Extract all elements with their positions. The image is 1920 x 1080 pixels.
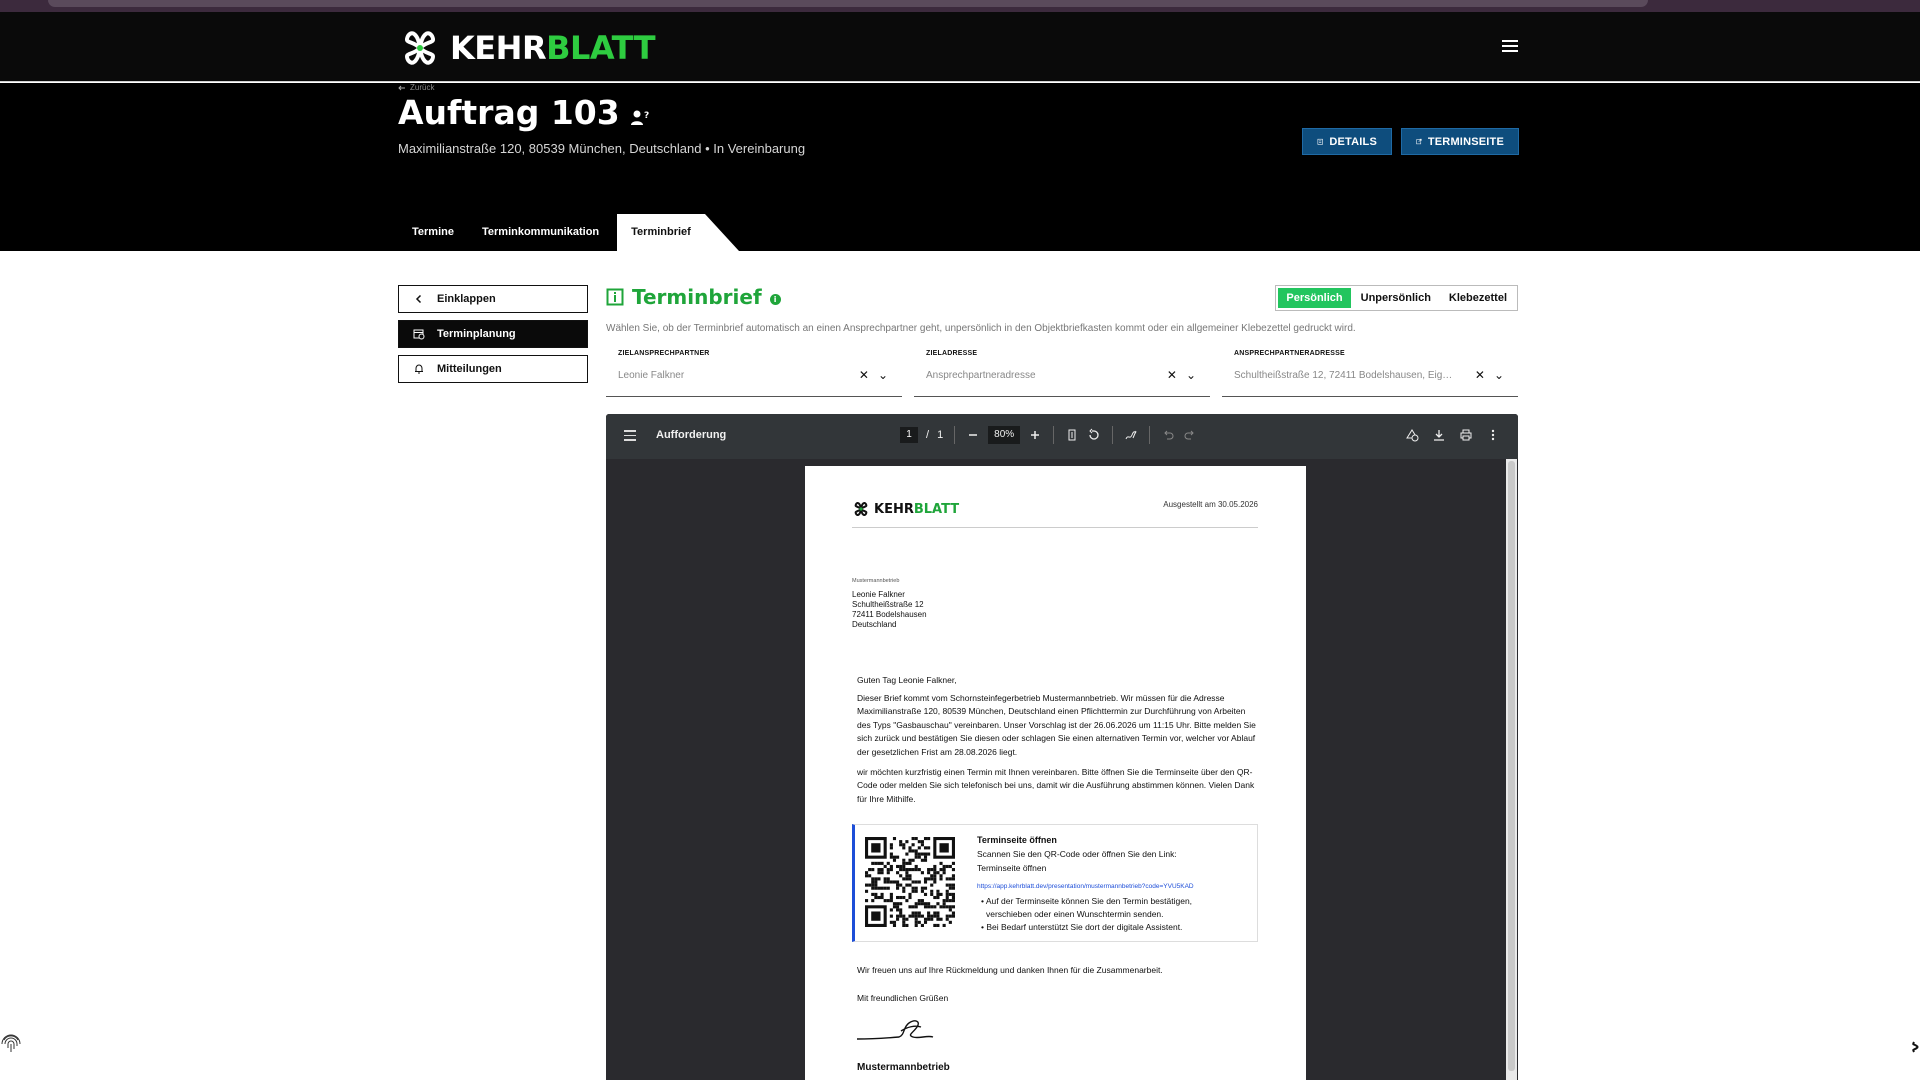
pdf-menu-icon[interactable] <box>624 430 636 444</box>
svg-text:?: ? <box>644 111 649 121</box>
qr-code <box>865 837 955 927</box>
clover-logo-icon <box>405 31 435 65</box>
chevron-down-icon[interactable]: ⌄ <box>1494 368 1504 382</box>
appointment-page-box: Terminseite öffnen Scannen Sie den QR-Co… <box>852 824 1258 942</box>
tab-terminbrief[interactable]: Terminbrief <box>617 214 739 251</box>
contact-address-select[interactable]: ANSPRECHPARTNERADRESSE Schultheißstraße … <box>1222 346 1518 397</box>
hamburger-menu-icon[interactable] <box>1502 40 1518 52</box>
zoom-out-icon[interactable] <box>966 428 980 442</box>
signature-image <box>857 1020 934 1040</box>
fit-page-icon[interactable] <box>1065 428 1079 442</box>
mode-klebezettel-button[interactable]: Klebezettel <box>1441 288 1515 308</box>
mode-unpersoenlich-button[interactable]: Unpersönlich <box>1353 288 1439 308</box>
recipient-fields: ZIELANSPRECHPARTNER Leonie Falkner ✕ ⌄ ZI… <box>606 346 1518 397</box>
arrow-left-icon <box>398 85 405 90</box>
order-address-status: Maximilianstraße 120, 80539 München, Deu… <box>398 141 806 156</box>
letter-issue-date: Ausgestellt am 30.05.2026 <box>1163 500 1258 509</box>
pdf-page: KEHRBLATT Ausgestellt am 30.05.2026 Must… <box>805 466 1306 1080</box>
target-address-select[interactable]: ZIELADRESSE Ansprechpartneradresse ✕ ⌄ <box>914 346 1210 397</box>
clover-widget-icon[interactable] <box>1906 1038 1920 1056</box>
letter-company: Mustermannbetrieb <box>857 1062 950 1073</box>
appointment-link[interactable]: https://app.kehrblatt.dev/presentation/m… <box>977 883 1194 890</box>
chevron-left-icon <box>415 294 422 304</box>
pdf-toolbar: Aufforderung 1 / 1 80% <box>606 414 1518 459</box>
bell-icon <box>415 364 423 374</box>
person-question-icon[interactable]: ? <box>630 109 650 127</box>
sidebar-item-mitteilungen[interactable]: Mitteilungen <box>398 355 588 383</box>
logo-wordmark: KEHRBLATT <box>450 29 656 67</box>
letter-greeting: Guten Tag Leonie Falkner, <box>857 675 957 685</box>
terminbrief-panel: Terminbrief i Persönlich Unpersönlich Kl… <box>606 285 1518 397</box>
target-contact-select[interactable]: ZIELANSPRECHPARTNER Leonie Falkner ✕ ⌄ <box>606 346 902 397</box>
letter-body-paragraph: wir möchten kurzfristig einen Termin mit… <box>857 767 1255 804</box>
letter-logo: KEHRBLATT <box>852 500 959 518</box>
tab-terminkommunikation[interactable]: Terminkommunikation <box>468 214 613 251</box>
page-number-input[interactable]: 1 <box>900 427 918 443</box>
undo-icon[interactable] <box>1161 428 1175 442</box>
letter-regards: Mit freundlichen Grüßen <box>857 993 949 1003</box>
top-navigation: KEHRBLATT <box>0 12 1920 82</box>
mode-persoenlich-button[interactable]: Persönlich <box>1278 288 1351 308</box>
letter-body-paragraph: Dieser Brief kommt vom Schornsteinfegerb… <box>857 693 1256 757</box>
pdf-viewer: Aufforderung 1 / 1 80% KEHRBLATT Ausgest… <box>606 414 1518 1080</box>
section-description: Wählen Sie, ob der Terminbrief automatis… <box>606 323 1356 334</box>
redo-icon[interactable] <box>1183 428 1197 442</box>
annotate-pen-icon[interactable] <box>1124 428 1138 442</box>
clear-icon[interactable]: ✕ <box>1167 368 1177 382</box>
drive-save-icon[interactable] <box>1405 428 1419 442</box>
pdf-canvas[interactable]: KEHRBLATT Ausgestellt am 30.05.2026 Must… <box>606 459 1518 1080</box>
order-tabs: Termine Terminkommunikation Terminbrief <box>398 214 739 251</box>
order-hero: Zurück Auftrag 103 ? Maximilianstraße 12… <box>0 83 1920 251</box>
sender-line: Mustermannbetrieb <box>852 578 900 584</box>
zoom-in-icon[interactable] <box>1028 428 1042 442</box>
letter-closing: Wir freuen uns auf Ihre Rückmeldung und … <box>857 965 1163 975</box>
clover-logo-icon <box>854 501 868 517</box>
rotate-icon[interactable] <box>1087 428 1101 442</box>
calendar-clock-icon <box>413 329 425 340</box>
tab-termine[interactable]: Termine <box>398 214 468 251</box>
print-icon[interactable] <box>1459 428 1473 442</box>
pdf-filename: Aufforderung <box>656 429 727 441</box>
page-total: 1 <box>937 429 944 441</box>
more-vertical-icon[interactable] <box>1486 428 1500 442</box>
side-navigation: Einklappen Terminplanung Mitteilungen <box>398 285 588 390</box>
external-link-icon <box>1416 138 1422 145</box>
page-title: Auftrag 103 ? <box>398 93 650 132</box>
clipboard-icon <box>1317 138 1323 145</box>
fingerprint-icon[interactable] <box>0 1032 22 1054</box>
recipient-address: Leonie Falkner Schultheißstraße 12 72411… <box>852 590 927 629</box>
chevron-down-icon[interactable]: ⌄ <box>1186 368 1196 382</box>
pdf-scrollbar[interactable] <box>1506 459 1517 1080</box>
sidebar-item-terminplanung[interactable]: Terminplanung <box>398 320 588 348</box>
letter-mode-toggle: Persönlich Unpersönlich Klebezettel <box>1275 285 1518 311</box>
clear-icon[interactable]: ✕ <box>1475 368 1485 382</box>
terminseite-button[interactable]: TERMINSEITE <box>1401 128 1519 155</box>
details-button[interactable]: DETAILS <box>1302 128 1392 155</box>
zoom-level-input[interactable]: 80% <box>988 426 1021 444</box>
appointment-hints: • Auf der Terminseite können Sie den Ter… <box>981 896 1193 932</box>
back-link[interactable]: Zurück <box>398 83 434 92</box>
info-tooltip-icon[interactable]: i <box>769 293 781 305</box>
info-square-icon <box>606 288 624 306</box>
chevron-down-icon[interactable]: ⌄ <box>878 368 888 382</box>
sidebar-item-einklappen[interactable]: Einklappen <box>398 285 588 313</box>
download-icon[interactable] <box>1432 428 1446 442</box>
browser-strip <box>0 0 1920 12</box>
divider <box>852 527 1258 528</box>
kehrblatt-logo[interactable]: KEHRBLATT <box>398 26 656 70</box>
browser-address-bar[interactable] <box>48 0 1648 7</box>
clear-icon[interactable]: ✕ <box>859 368 869 382</box>
